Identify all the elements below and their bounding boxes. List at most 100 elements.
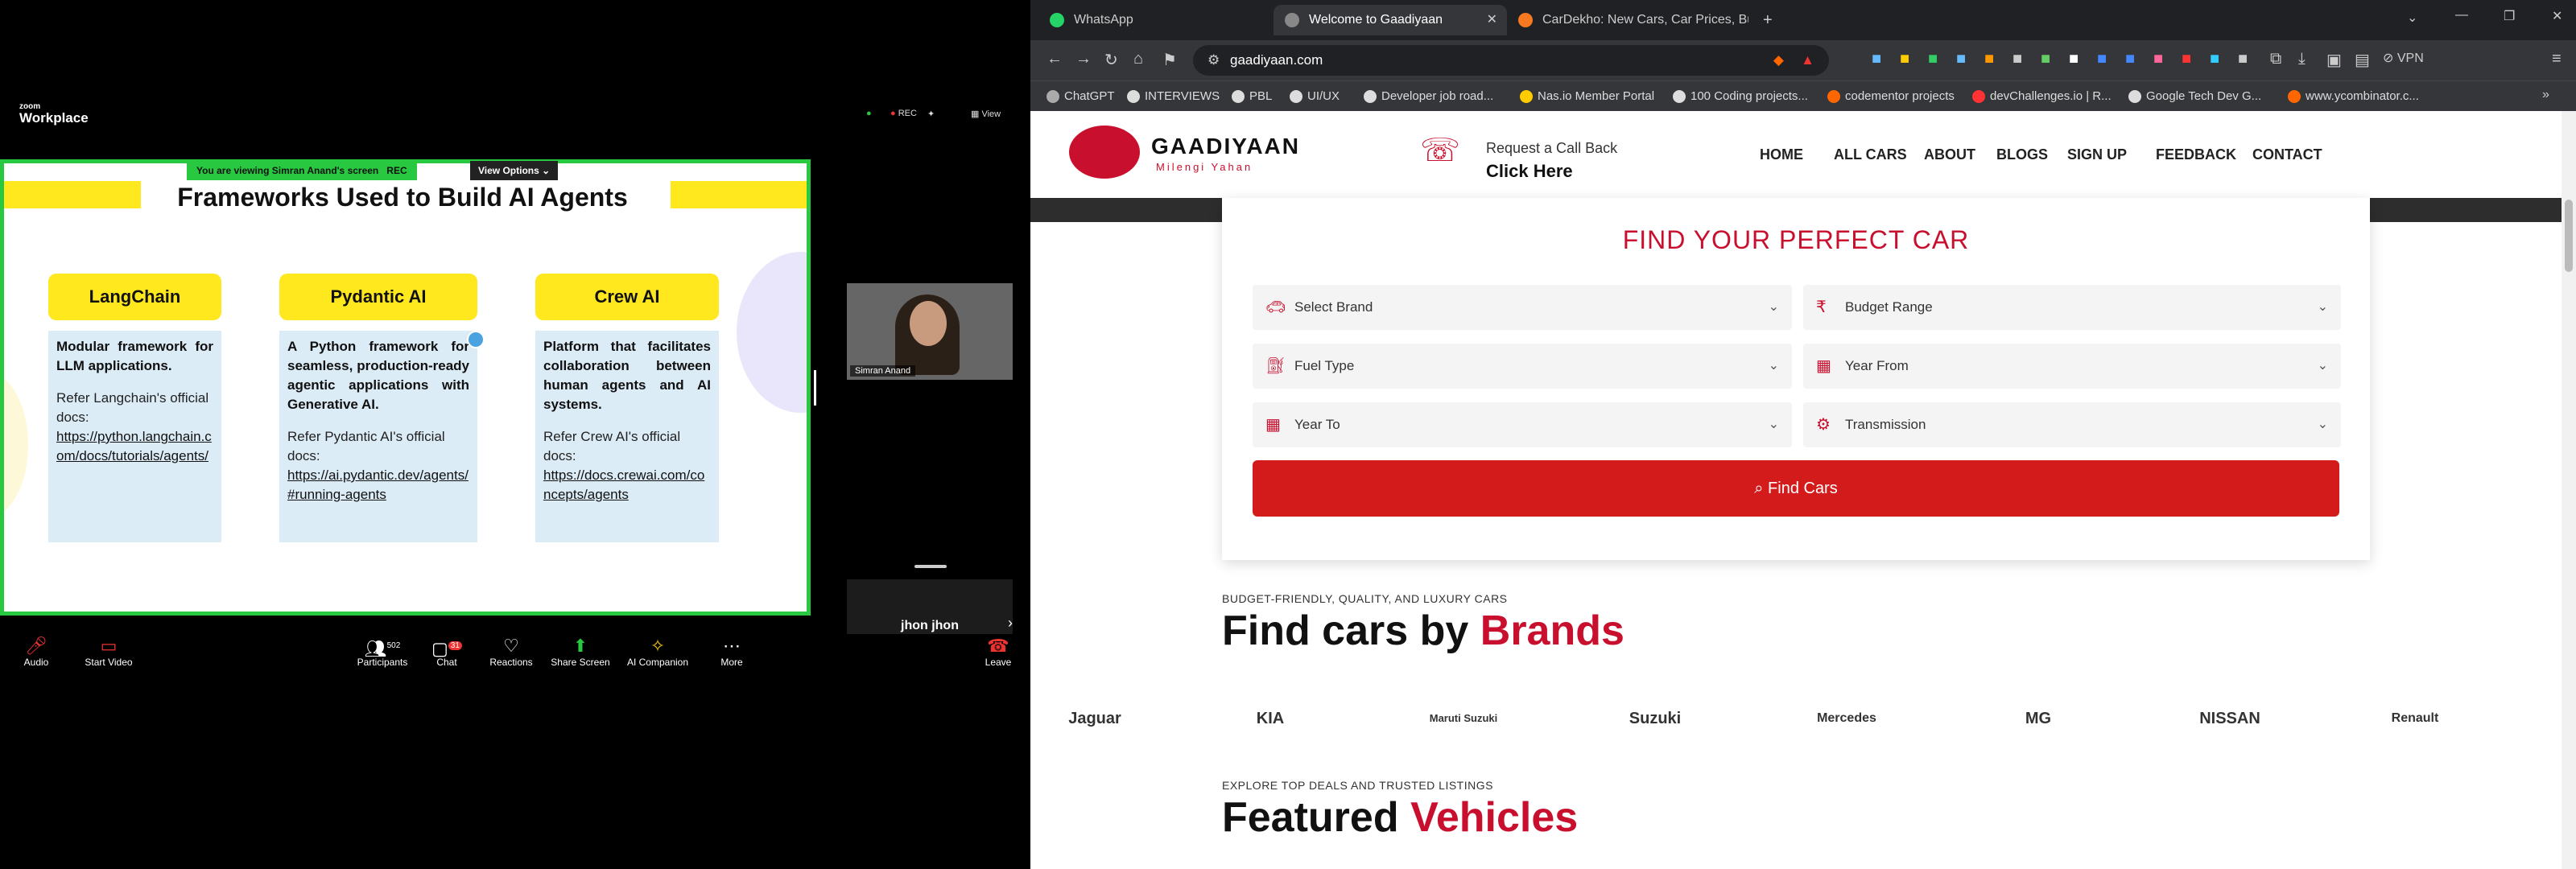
transmission-select[interactable]: ⚙ Transmission ⌄ bbox=[1803, 402, 2341, 447]
callback-link[interactable]: Click Here bbox=[1486, 161, 1573, 182]
fuel-select[interactable]: ⛽︎ Fuel Type ⌄ bbox=[1253, 344, 1792, 389]
bookmark-item[interactable]: 100 Coding projects... bbox=[1671, 81, 1808, 112]
gallery-handle[interactable] bbox=[914, 565, 947, 568]
close-window-icon[interactable]: ✕ bbox=[2552, 8, 2562, 24]
bookmark-item[interactable]: Nas.io Member Portal bbox=[1518, 81, 1654, 112]
bookmark-item[interactable]: codementor projects bbox=[1826, 81, 1955, 112]
tab-whatsapp[interactable]: WhatsApp bbox=[1038, 5, 1296, 35]
minimize-icon[interactable]: — bbox=[2455, 8, 2468, 23]
nav-all-cars[interactable]: ALL CARS bbox=[1834, 146, 1907, 163]
gear-icon: ⚙ bbox=[1816, 416, 1831, 434]
bookmark-item[interactable]: PBL bbox=[1230, 81, 1272, 112]
brand-logo-nissan[interactable]: NISSAN bbox=[2190, 690, 2270, 747]
split-handle[interactable] bbox=[814, 370, 816, 406]
extension-icon[interactable]: ■ bbox=[1956, 50, 1966, 68]
brand-logo-jaguar[interactable]: Jaguar bbox=[1055, 690, 1135, 747]
url-field[interactable]: ⚙ gaadiyaan.com ◆ ▲ bbox=[1193, 45, 1829, 76]
nav-feedback[interactable]: FEEDBACK bbox=[2156, 146, 2236, 163]
maximize-icon[interactable]: ❐ bbox=[2504, 8, 2515, 24]
download-icon[interactable]: ⤓ bbox=[2298, 50, 2306, 68]
home-icon[interactable]: ⌂ bbox=[1133, 50, 1143, 68]
logo-icon[interactable] bbox=[1069, 126, 1140, 179]
share-screen-button[interactable]: ⬆ Share Screen bbox=[544, 636, 617, 668]
extension-icon[interactable]: ■ bbox=[1984, 50, 1994, 68]
extension-icon[interactable]: ■ bbox=[2153, 50, 2163, 68]
tab-cardekho[interactable]: CarDekho: New Cars, Car Prices, Bu... bbox=[1507, 5, 1748, 35]
video-tile-jhon[interactable]: jhon jhon bbox=[847, 579, 1013, 634]
menu-icon[interactable]: ≡ bbox=[2552, 50, 2562, 68]
back-icon[interactable]: ← bbox=[1046, 50, 1063, 68]
extensions-menu-icon[interactable]: ⧉ bbox=[2270, 50, 2281, 68]
tab-search-icon[interactable]: ⌄ bbox=[2407, 10, 2417, 26]
year-from-select[interactable]: ▦ Year From ⌄ bbox=[1803, 344, 2341, 389]
view-options-button[interactable]: View Options ⌄ bbox=[470, 161, 559, 180]
brand-select[interactable]: 🚗︎ Select Brand ⌄ bbox=[1253, 285, 1792, 330]
bookmark-item[interactable]: INTERVIEWS bbox=[1125, 81, 1220, 112]
extension-icon[interactable]: ■ bbox=[2097, 50, 2107, 68]
ai-companion-button[interactable]: ✧ AI Companion bbox=[621, 636, 694, 668]
extension-icon[interactable]: ■ bbox=[1928, 50, 1938, 68]
participants-button[interactable]: 👥︎502 Participants bbox=[346, 636, 419, 668]
extension-icon[interactable]: ■ bbox=[2013, 50, 2022, 68]
extension-icon[interactable]: ■ bbox=[2210, 50, 2219, 68]
budget-select[interactable]: ₹ Budget Range ⌄ bbox=[1803, 285, 2341, 330]
langchain-docs-link[interactable]: https://python.langchain.com/docs/tutori… bbox=[56, 427, 213, 466]
brand-logo-kia[interactable]: KIA bbox=[1230, 690, 1311, 747]
crewai-docs-link[interactable]: https://docs.crewai.com/concepts/agents bbox=[543, 466, 711, 505]
new-tab-icon[interactable]: + bbox=[1763, 11, 1773, 30]
globe-icon bbox=[1285, 13, 1299, 27]
wallet-icon[interactable]: ▤ bbox=[2355, 50, 2370, 70]
scrollbar-thumb[interactable] bbox=[2565, 200, 2573, 272]
page-scrollbar[interactable] bbox=[2562, 111, 2576, 869]
site-info-icon[interactable]: ⚙ bbox=[1208, 45, 1220, 76]
forward-icon[interactable]: → bbox=[1075, 50, 1092, 68]
brand-logo-mercedes[interactable]: Mercedes bbox=[1806, 690, 1887, 747]
bookmark-item[interactable]: UI/UX bbox=[1288, 81, 1340, 112]
close-tab-icon[interactable]: ✕ bbox=[1487, 5, 1497, 35]
video-tile-simran[interactable]: Simran Anand bbox=[847, 283, 1013, 380]
extension-icon[interactable]: ■ bbox=[2182, 50, 2191, 68]
extension-icon[interactable]: ■ bbox=[2238, 50, 2248, 68]
tab-gaadiyaan[interactable]: Welcome to Gaadiyaan ✕ bbox=[1274, 5, 1507, 35]
nav-blogs[interactable]: BLOGS bbox=[1996, 146, 2048, 163]
reload-icon[interactable]: ↻ bbox=[1104, 50, 1118, 70]
find-cars-button[interactable]: ⌕ Find Cars bbox=[1253, 460, 2339, 517]
bookmark-icon[interactable]: ⚑ bbox=[1162, 50, 1177, 70]
year-to-select[interactable]: ▦ Year To ⌄ bbox=[1253, 402, 1792, 447]
nav-contact[interactable]: CONTACT bbox=[2252, 146, 2322, 163]
bookmark-item[interactable]: devChallenges.io | R... bbox=[1971, 81, 2112, 112]
extension-icon[interactable]: ■ bbox=[2125, 50, 2135, 68]
more-bookmarks-icon[interactable]: » bbox=[2542, 88, 2549, 102]
brand-logo-mg[interactable]: MG bbox=[1998, 690, 2079, 747]
brave-rewards-icon[interactable]: ▲ bbox=[1801, 45, 1814, 76]
video-off-icon: ▭ bbox=[100, 636, 118, 656]
chat-button[interactable]: ▢ 31 Chat bbox=[411, 636, 483, 668]
reactions-button[interactable]: ♡ Reactions bbox=[475, 636, 547, 668]
audio-button[interactable]: 🎤︎ Audio bbox=[0, 636, 72, 668]
extension-icon[interactable]: ■ bbox=[1872, 50, 1881, 68]
brand-logo-suzuki[interactable]: Suzuki bbox=[1615, 690, 1695, 747]
extension-icon[interactable]: ■ bbox=[2041, 50, 2050, 68]
reactions-quick-icon[interactable]: ✦ bbox=[927, 109, 935, 119]
more-button[interactable]: ⋯ More bbox=[696, 636, 768, 668]
sidebar-icon[interactable]: ▣ bbox=[2326, 50, 2342, 70]
bookmark-item[interactable]: ChatGPT bbox=[1045, 81, 1115, 112]
nav-sign-up[interactable]: SIGN UP bbox=[2067, 146, 2127, 163]
extension-icon[interactable]: ■ bbox=[1900, 50, 1909, 68]
bookmark-item[interactable]: www.ycombinator.c... bbox=[2286, 81, 2419, 112]
vpn-button[interactable]: ⊘ VPN bbox=[2383, 50, 2424, 66]
brand-logo-maruti[interactable]: Maruti Suzuki bbox=[1423, 690, 1504, 747]
site-logo[interactable]: GAADIYAAN bbox=[1151, 134, 1300, 159]
start-video-button[interactable]: ▭ Start Video bbox=[72, 636, 145, 668]
next-page-icon[interactable]: › bbox=[1008, 615, 1013, 632]
pydantic-docs-link[interactable]: https://ai.pydantic.dev/agents/#running-… bbox=[287, 466, 469, 505]
view-button[interactable]: ▦ View bbox=[971, 109, 1001, 119]
nav-home[interactable]: HOME bbox=[1760, 146, 1803, 163]
bookmark-item[interactable]: Google Tech Dev G... bbox=[2127, 81, 2261, 112]
brand-logo-renault[interactable]: Renault bbox=[2375, 690, 2455, 747]
bookmark-item[interactable]: Developer job road... bbox=[1362, 81, 1493, 112]
brave-shield-icon[interactable]: ◆ bbox=[1773, 45, 1784, 76]
extension-icon[interactable]: ■ bbox=[2069, 50, 2079, 68]
leave-button[interactable]: ☎ Leave bbox=[961, 636, 1035, 668]
nav-about[interactable]: ABOUT bbox=[1924, 146, 1975, 163]
